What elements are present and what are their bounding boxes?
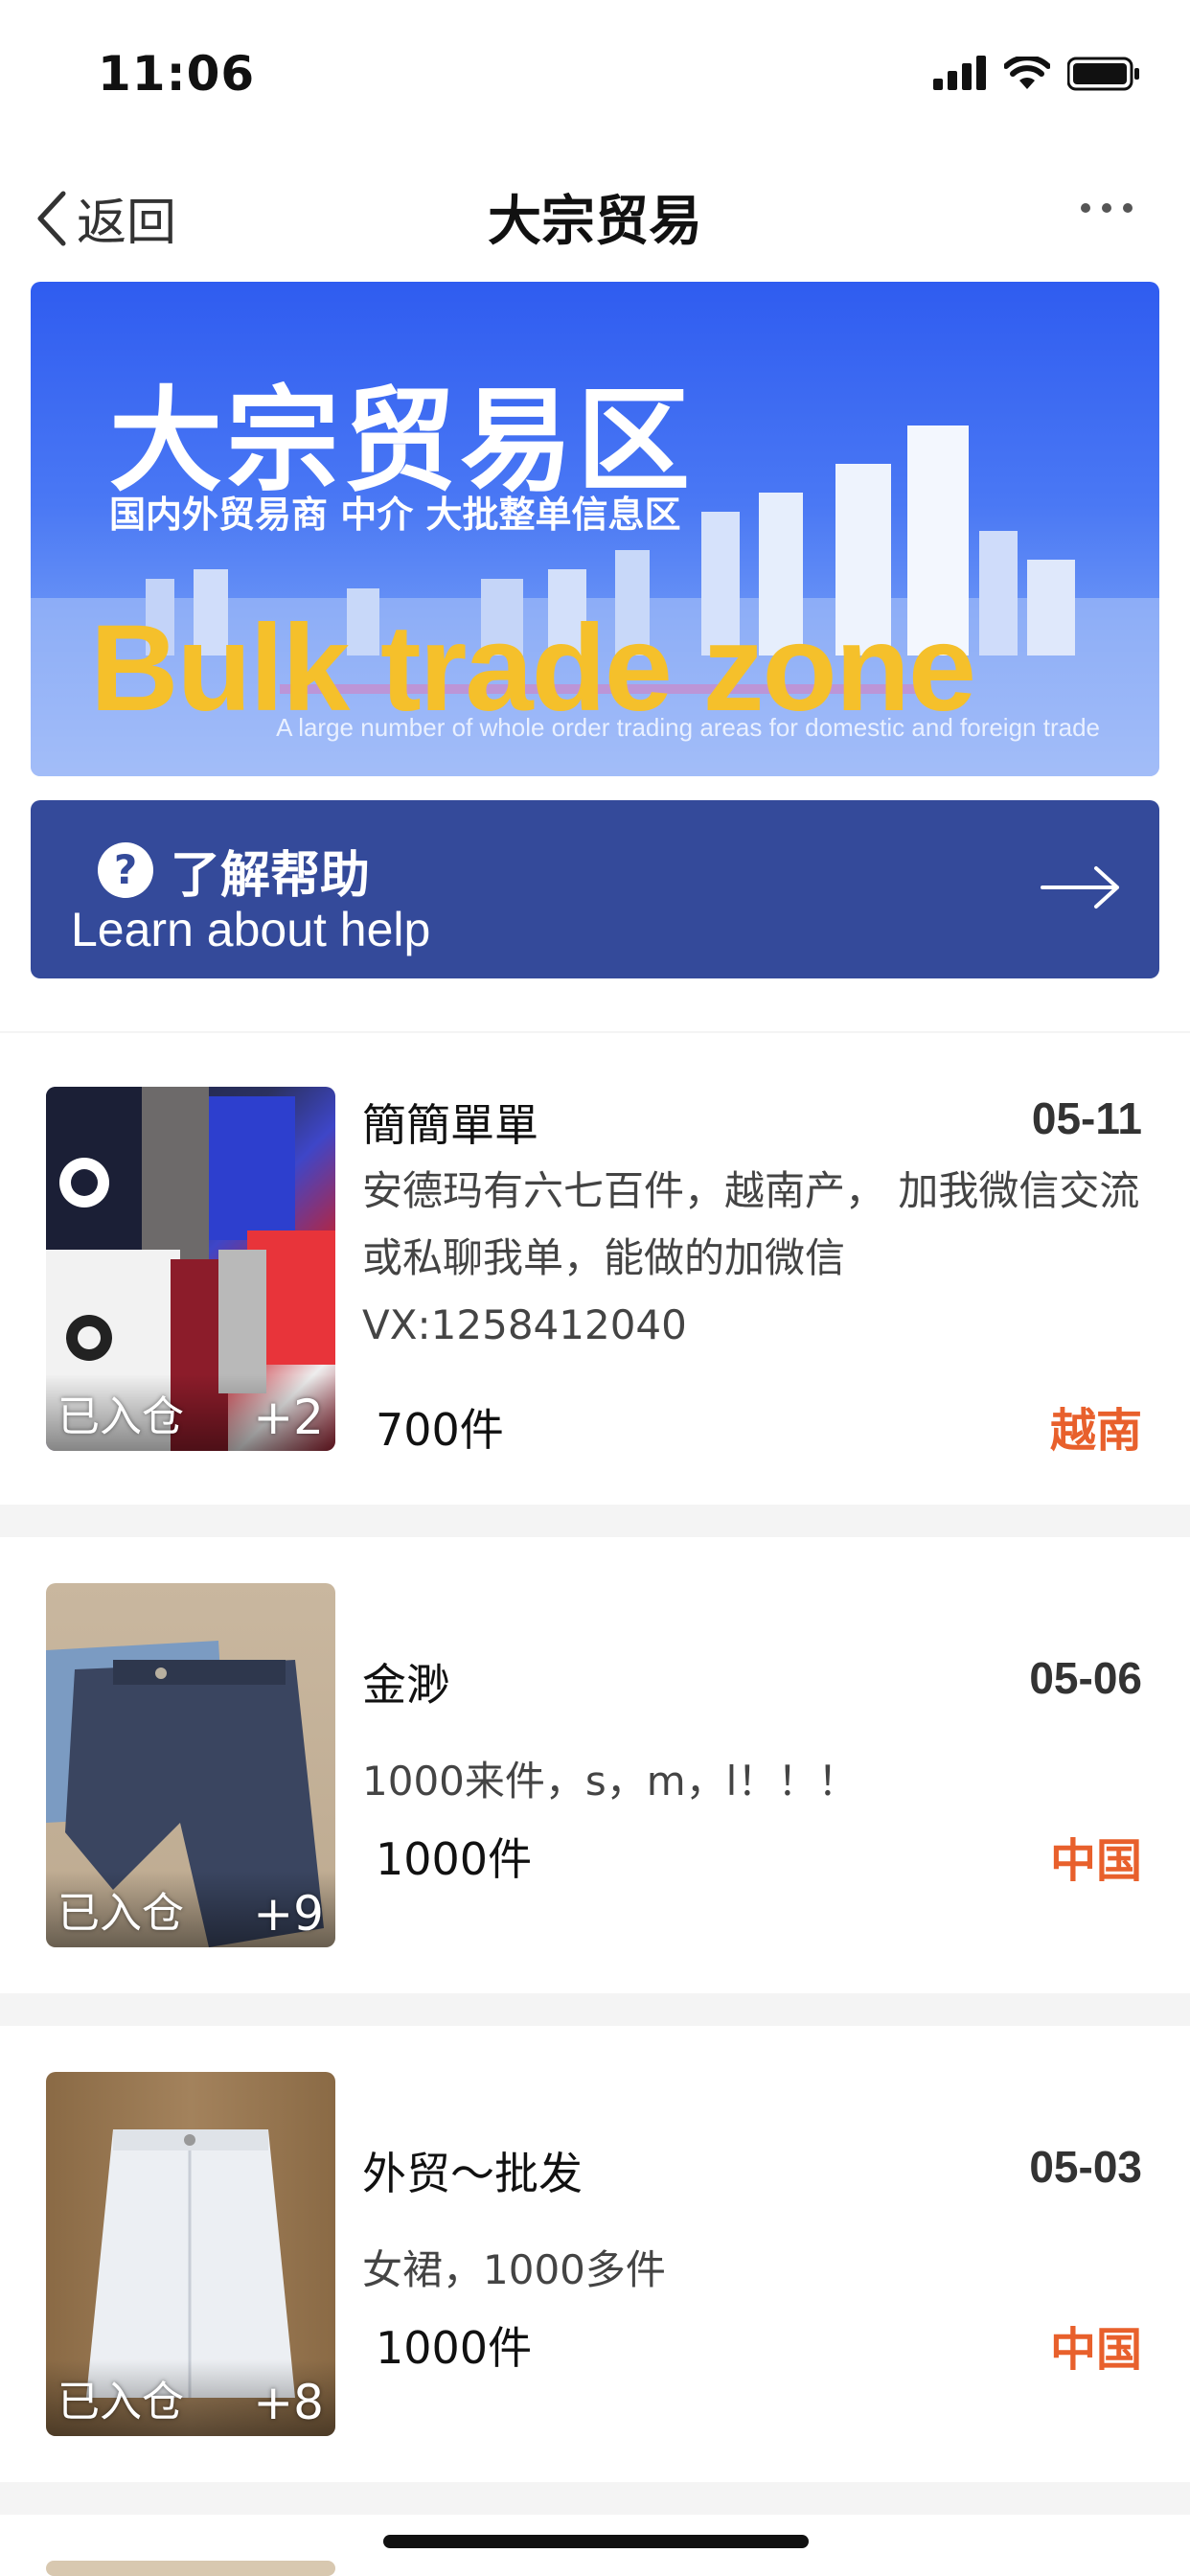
dot-icon [1102, 203, 1111, 213]
listing-card[interactable]: 已入仓 +8 外贸～批发 05-03 女裙，1000多件 1000件 中国 [0, 2026, 1190, 2482]
dot-icon [1123, 203, 1133, 213]
listing-date: 05-03 [1029, 2142, 1142, 2192]
help-title: 了解帮助 [171, 847, 371, 905]
arrow-right-icon [1041, 866, 1119, 908]
help-subtitle: Learn about help [71, 903, 431, 956]
warehouse-badge: 已入仓 [57, 1889, 184, 1938]
status-icons [933, 56, 1140, 92]
listing-thumbnail[interactable]: 已入仓 +9 [46, 1583, 335, 1947]
listing-origin: 中国 [1049, 2323, 1142, 2377]
listing-card[interactable]: 已入仓 +9 金渺 05-06 1000来件，s，m，l！！！ 1000件 中国 [0, 1537, 1190, 1993]
seller-name: 外贸～批发 [362, 2148, 583, 2199]
listing-thumbnail[interactable]: 已入仓 +2 [46, 1087, 335, 1451]
warehouse-badge: 已入仓 [57, 1392, 184, 1441]
listing-date: 05-11 [1031, 1093, 1142, 1143]
image-count: +2 [253, 1390, 324, 1445]
home-indicator[interactable] [383, 2535, 809, 2548]
page-title: 大宗贸易 [488, 191, 702, 253]
bulk-trade-banner[interactable]: 大宗贸易区 国内外贸易商 中介 大批整单信息区 Bulk trade zone … [31, 282, 1159, 776]
learn-help-button[interactable]: ? 了解帮助 Learn about help [31, 800, 1159, 978]
seller-name: 金渺 [362, 1659, 450, 1711]
quantity-text: 1000件 [376, 1833, 533, 1885]
more-options-button[interactable] [1081, 203, 1133, 213]
listing-quantity: 700件 [362, 1395, 517, 1459]
banner-english-subtitle: A large number of whole order trading ar… [276, 713, 1100, 742]
status-time: 11:06 [98, 46, 256, 102]
wifi-icon [1004, 57, 1050, 89]
dot-icon [1081, 203, 1090, 213]
seller-name: 簡簡單單 [362, 1099, 538, 1151]
listing-thumbnail[interactable]: 已入仓 +8 [46, 2072, 335, 2436]
listing-description: 1000来件，s，m，l！！！ [362, 1758, 858, 1805]
listing-quantity: 1000件 [362, 2313, 546, 2377]
navigation-bar: 返回 大宗贸易 [0, 144, 1190, 278]
listing-description: 安德玛有六七百件，越南产， 加我微信交流或私聊我单，能做的加微信 [362, 1167, 1140, 1281]
warehouse-badge: 已入仓 [57, 2378, 184, 2426]
quantity-text: 700件 [376, 1404, 504, 1456]
top-section: 大宗贸易区 国内外贸易商 中介 大批整单信息区 Bulk trade zone … [0, 278, 1190, 1031]
listing-contact: VX:1258412040 [362, 1301, 687, 1348]
listing-description: 女裙，1000多件 [362, 2246, 666, 2293]
listing-date: 05-06 [1029, 1653, 1142, 1703]
quantity-text: 1000件 [376, 2322, 533, 2374]
image-count: +8 [253, 2375, 324, 2430]
signal-icon [933, 56, 986, 90]
listing-thumbnail[interactable] [46, 2561, 335, 2576]
listing-quantity: 1000件 [362, 1825, 546, 1888]
image-count: +9 [253, 1886, 324, 1942]
status-bar: 11:06 [0, 0, 1190, 144]
banner-subtitle: 国内外贸易商 中介 大批整单信息区 [109, 494, 681, 536]
listing-origin: 越南 [1049, 1404, 1142, 1458]
battery-icon [1067, 57, 1139, 91]
question-icon: ? [98, 842, 153, 898]
listing-origin: 中国 [1049, 1834, 1142, 1888]
listing-card[interactable]: 已入仓 +2 簡簡單單 05-11 安德玛有六七百件，越南产， 加我微信交流或私… [0, 1033, 1190, 1505]
